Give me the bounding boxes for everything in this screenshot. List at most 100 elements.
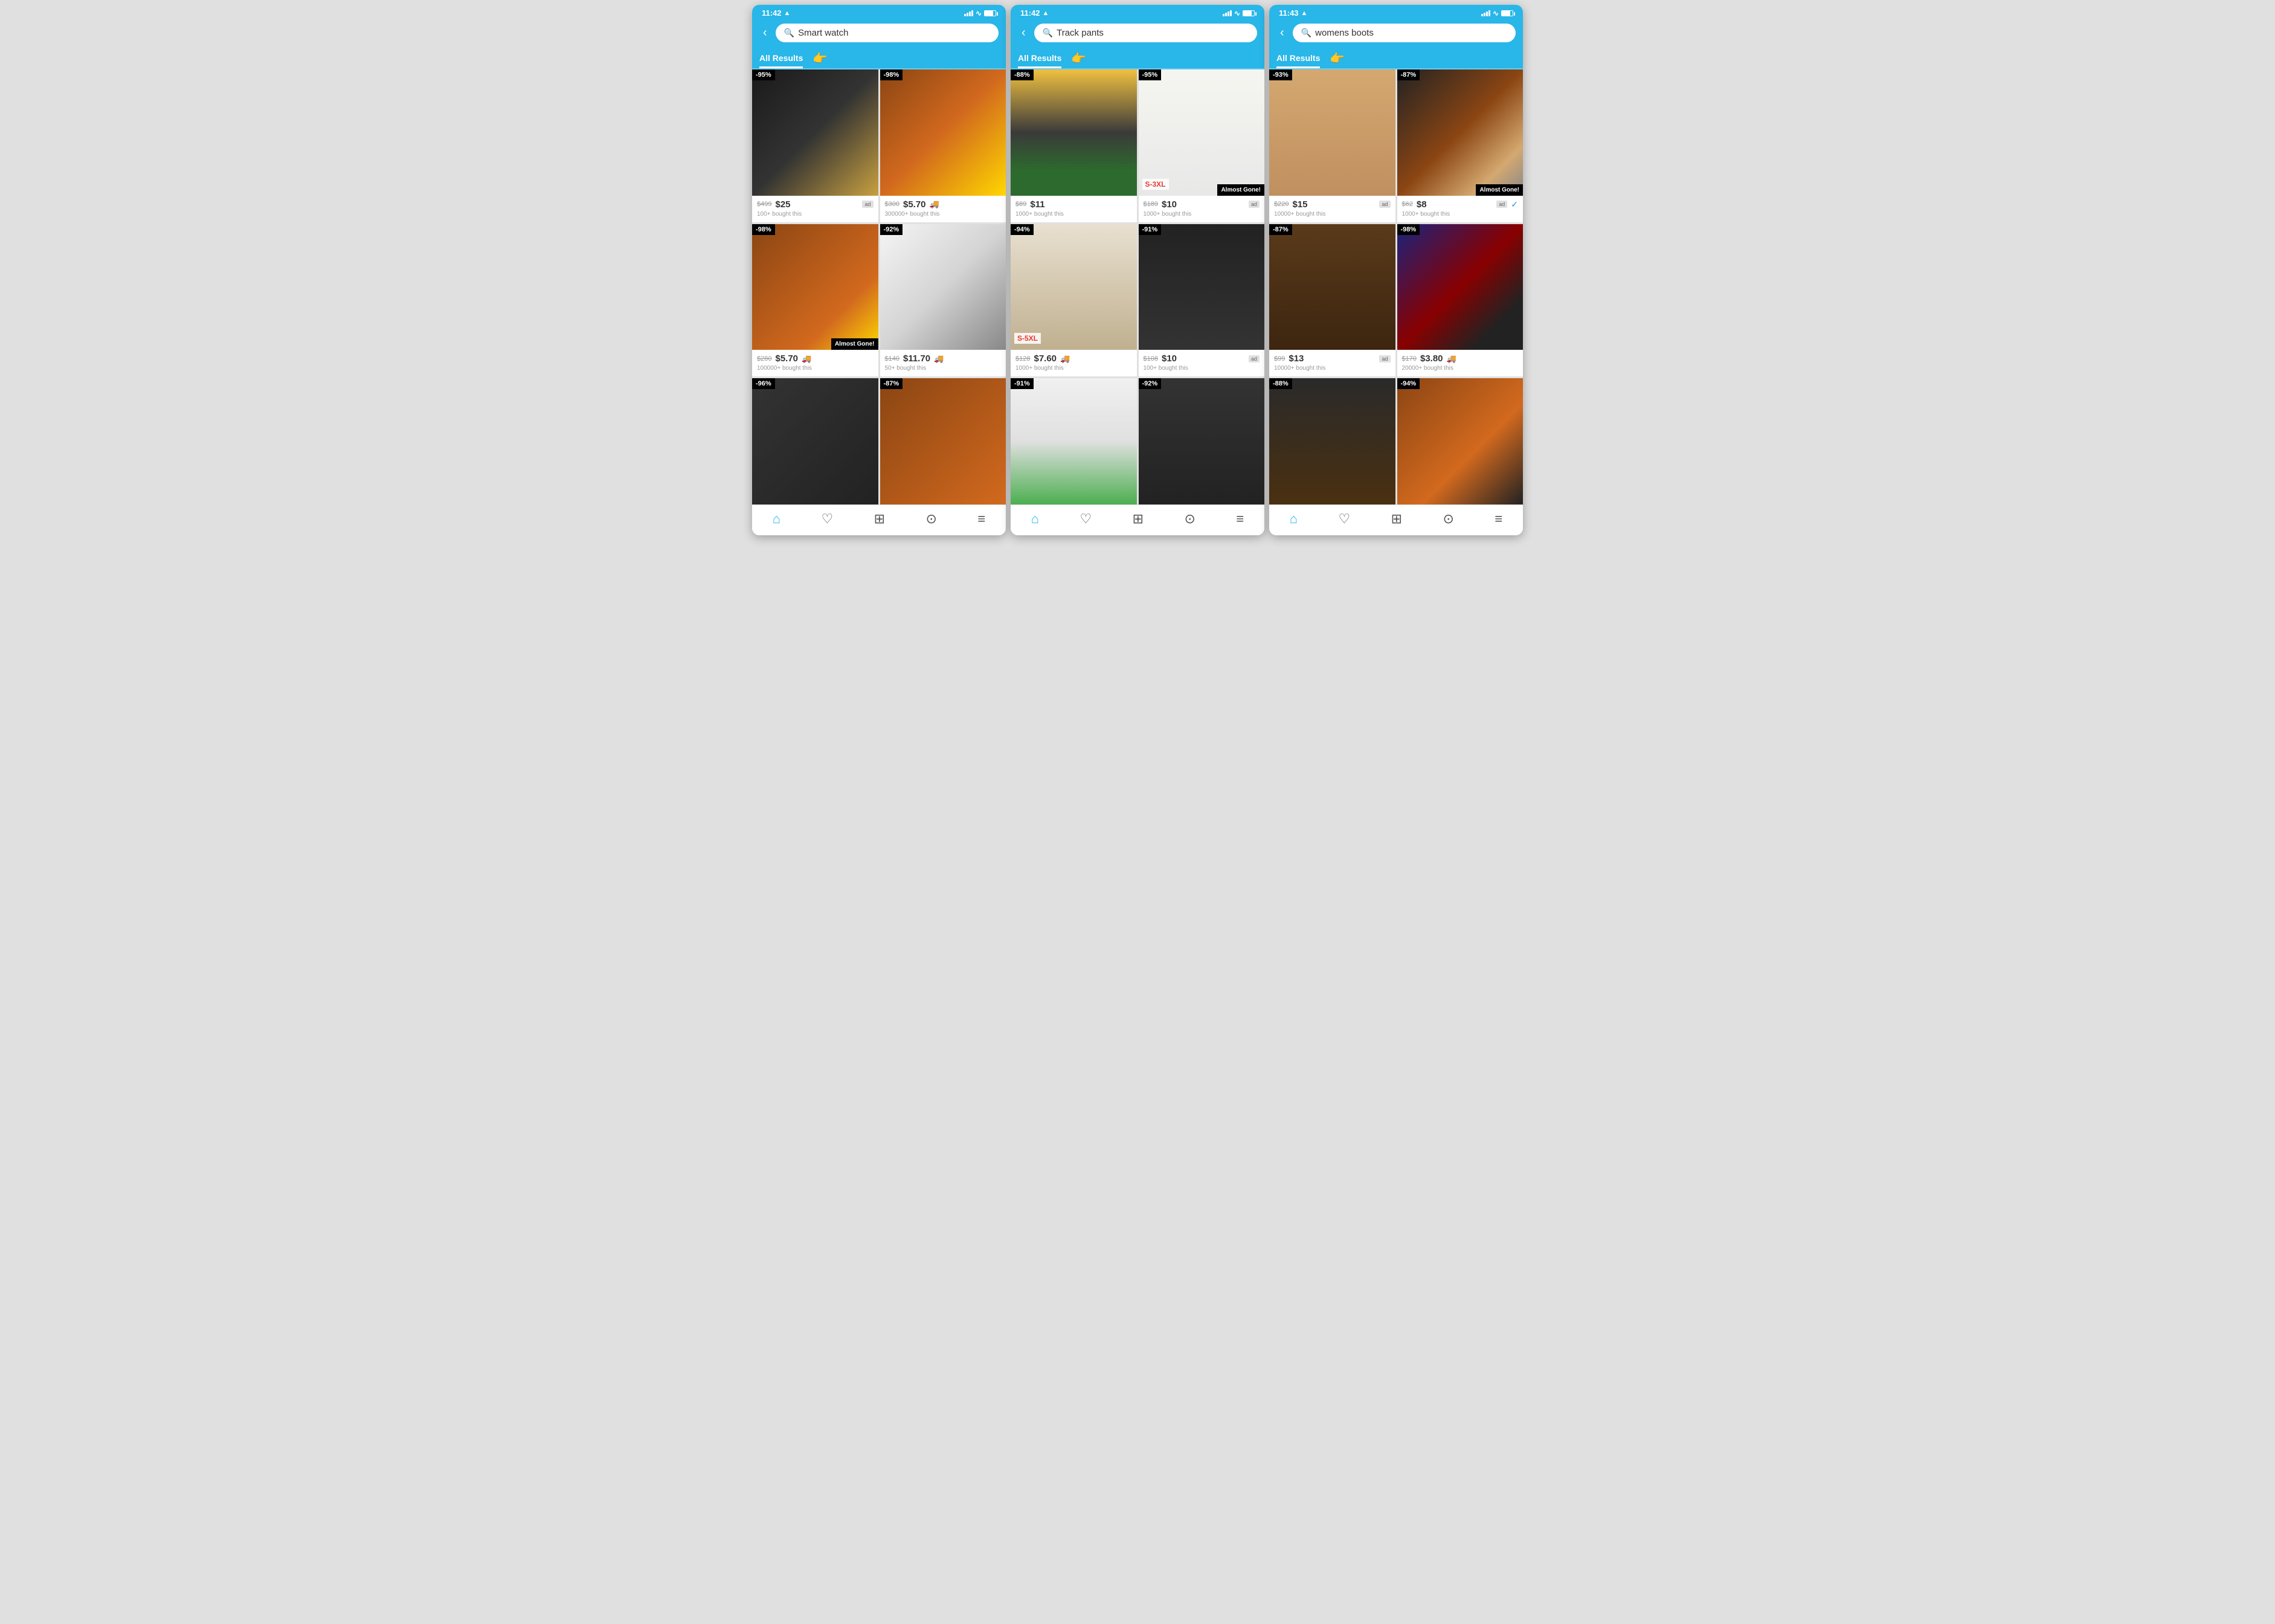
nav-item-home[interactable]: ⌂ (1290, 511, 1298, 527)
nav-item-cart[interactable]: ⊙ (1185, 511, 1195, 527)
nav-item-cart[interactable]: ⊙ (926, 511, 937, 527)
product-card[interactable]: -98% $300 $5.70 🚚 300000+ bought this (880, 69, 1006, 222)
product-card[interactable]: -98% $170 $3.80 🚚 20000+ bought this (1397, 224, 1524, 377)
product-card[interactable]: -88% (1269, 378, 1395, 504)
search-area: ‹ 🔍 womens boots (1269, 20, 1523, 48)
search-query-text: Smart watch (798, 28, 848, 38)
truck-icon: 🚚 (934, 354, 944, 364)
nav-item-wishlist[interactable]: ♡ (1338, 511, 1350, 527)
nav-item-menu[interactable]: ≡ (1236, 511, 1244, 527)
product-card[interactable]: -94% S-5XL $128 $7.60 🚚 1000+ bought thi… (1011, 224, 1137, 377)
discount-badge: -87% (1269, 224, 1292, 235)
price-row: $170 $3.80 🚚 (1402, 353, 1519, 364)
ad-badge: ad (1379, 355, 1390, 362)
search-bar[interactable]: 🔍 womens boots (1293, 24, 1516, 42)
tab-all-results[interactable]: All Results (1018, 48, 1061, 68)
product-info: $108 $10 ad 100+ bought this (1139, 350, 1265, 376)
image-placeholder (1397, 224, 1524, 350)
bought-text: 100+ bought this (757, 211, 874, 218)
categories-icon: ⊞ (874, 511, 885, 527)
discount-badge: -98% (1397, 224, 1420, 235)
back-button[interactable]: ‹ (1018, 25, 1029, 41)
image-placeholder (1011, 69, 1137, 196)
product-card[interactable]: -95% $499 $25 ad 100+ bought this (752, 69, 878, 222)
wifi-icon: ∿ (1234, 9, 1240, 18)
nav-item-home[interactable]: ⌂ (773, 511, 780, 527)
tab-emoji: 👉 (1330, 51, 1345, 66)
original-price: $220 (1274, 201, 1289, 208)
nav-item-categories[interactable]: ⊞ (1391, 511, 1402, 527)
product-image (1011, 69, 1137, 196)
product-image-wrap: -92% (1139, 378, 1265, 504)
back-button[interactable]: ‹ (759, 25, 771, 41)
bought-text: 1000+ bought this (1144, 211, 1260, 218)
search-bar[interactable]: 🔍 Smart watch (776, 24, 999, 42)
menu-icon: ≡ (1236, 511, 1244, 527)
nav-item-cart[interactable]: ⊙ (1443, 511, 1454, 527)
signal-bar-3 (1228, 11, 1229, 16)
battery-fill (1243, 11, 1252, 16)
nav-item-home[interactable]: ⌂ (1031, 511, 1039, 527)
product-image-wrap: -94% S-5XL (1011, 224, 1137, 350)
product-info: $170 $3.80 🚚 20000+ bought this (1397, 350, 1524, 376)
truck-icon: 🚚 (1060, 354, 1070, 364)
product-image-wrap: -93% (1269, 69, 1395, 196)
product-card[interactable]: -87% $99 $13 ad 10000+ bought this (1269, 224, 1395, 377)
bought-text: 300000+ bought this (885, 211, 1002, 218)
nav-item-wishlist[interactable]: ♡ (1080, 511, 1092, 527)
product-image-wrap: -91% (1139, 224, 1265, 350)
tab-emoji: 👉 (812, 51, 828, 66)
product-image-wrap: -94% (1397, 378, 1524, 504)
product-card[interactable]: -95% Almost Gone!S-3XL $189 $10 ad 1000+… (1139, 69, 1265, 222)
product-card[interactable]: -92% $140 $11.70 🚚 50+ bought this (880, 224, 1006, 377)
nav-item-menu[interactable]: ≡ (977, 511, 985, 527)
product-card[interactable]: -91% (1011, 378, 1137, 504)
product-image-wrap: -95% Almost Gone!S-3XL (1139, 69, 1265, 196)
categories-icon: ⊞ (1133, 511, 1144, 527)
status-time: 11:42 (1020, 8, 1040, 18)
product-card[interactable]: -88% $89 $11 1000+ bought this (1011, 69, 1137, 222)
signal-bar-4 (971, 10, 973, 16)
original-price: $499 (757, 201, 771, 208)
product-card[interactable]: -98% Almost Gone! $280 $5.70 🚚 100000+ b… (752, 224, 878, 377)
tab-all-results[interactable]: All Results (759, 48, 803, 68)
search-bar[interactable]: 🔍 Track pants (1034, 24, 1257, 42)
bought-text: 20000+ bought this (1402, 365, 1519, 372)
status-left: 11:42 ▲ (1020, 8, 1049, 18)
original-price: $300 (885, 201, 899, 208)
location-icon: ▲ (1301, 10, 1308, 17)
product-image (752, 224, 878, 350)
tab-emoji: 👉 (1071, 51, 1086, 66)
search-area: ‹ 🔍 Smart watch (752, 20, 1006, 48)
bottom-nav: ⌂ ♡ ⊞ ⊙ ≡ (1269, 504, 1523, 535)
product-info: $140 $11.70 🚚 50+ bought this (880, 350, 1006, 376)
home-icon: ⌂ (1031, 511, 1039, 527)
nav-item-menu[interactable]: ≡ (1495, 511, 1502, 527)
search-icon: 🔍 (1301, 28, 1311, 38)
menu-icon: ≡ (977, 511, 985, 527)
product-image (752, 378, 878, 504)
status-left: 11:42 ▲ (762, 8, 790, 18)
product-card[interactable]: -96% (752, 378, 878, 504)
product-card[interactable]: -91% $108 $10 ad 100+ bought this (1139, 224, 1265, 377)
product-info: $220 $15 ad 10000+ bought this (1269, 196, 1395, 222)
original-price: $189 (1144, 201, 1158, 208)
wishlist-icon: ♡ (1338, 511, 1350, 527)
ad-badge: ad (1249, 355, 1260, 362)
nav-item-categories[interactable]: ⊞ (874, 511, 885, 527)
price-row: $108 $10 ad (1144, 353, 1260, 364)
product-card[interactable]: -93% $220 $15 ad 10000+ bought this (1269, 69, 1395, 222)
price-row: $499 $25 ad (757, 199, 874, 210)
sale-price: $8 (1417, 199, 1427, 210)
back-button[interactable]: ‹ (1276, 25, 1288, 41)
tab-all-results[interactable]: All Results (1276, 48, 1320, 68)
product-card[interactable]: -94% (1397, 378, 1524, 504)
nav-item-categories[interactable]: ⊞ (1133, 511, 1144, 527)
original-price: $62 (1402, 201, 1413, 208)
product-card[interactable]: -92% (1139, 378, 1265, 504)
product-card[interactable]: -87% Almost Gone! $62 $8 ad✓ 1000+ bough… (1397, 69, 1524, 222)
status-left: 11:43 ▲ (1279, 8, 1307, 18)
nav-item-wishlist[interactable]: ♡ (821, 511, 833, 527)
location-icon: ▲ (1043, 10, 1049, 17)
product-card[interactable]: -87% (880, 378, 1006, 504)
